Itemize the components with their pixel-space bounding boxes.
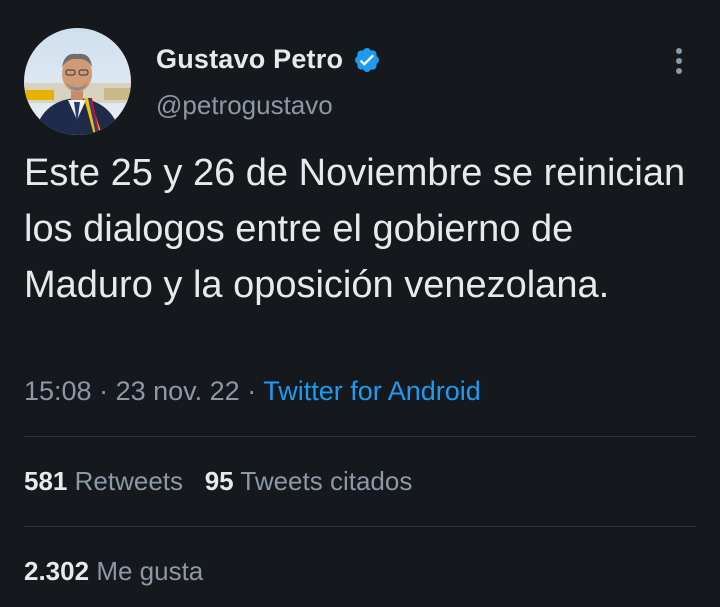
tweet-date[interactable]: 23 nov. 22 (116, 376, 240, 406)
likes-label: Me gusta (96, 556, 204, 586)
meta-separator: · (239, 376, 264, 406)
retweets-stat[interactable]: 581 Retweets (24, 466, 183, 496)
tweet-meta: 15:08 · 23 nov. 22 · Twitter for Android (24, 376, 481, 407)
quotes-label: Tweets citados (240, 466, 413, 496)
author-name[interactable]: Gustavo Petro (156, 44, 343, 75)
author-name-row[interactable]: Gustavo Petro (156, 44, 381, 75)
meta-separator: · (91, 376, 116, 406)
quotes-stat[interactable]: 95 Tweets citados (205, 466, 413, 496)
avatar[interactable] (24, 28, 131, 135)
avatar-image (24, 28, 131, 135)
verified-badge-icon (355, 47, 380, 72)
likes-stat[interactable]: 2.302 Me gusta (24, 556, 203, 587)
retweets-label: Retweets (74, 466, 184, 496)
divider (24, 526, 696, 527)
engagement-stats: 581 Retweets 95 Tweets citados (24, 466, 412, 497)
tweet-text: Este 25 y 26 de Noviembre se reinician l… (24, 152, 686, 306)
author-handle[interactable]: @petrogustavo (156, 90, 333, 121)
divider (24, 436, 696, 437)
likes-count: 2.302 (24, 556, 90, 586)
retweets-count: 581 (24, 466, 68, 496)
quotes-count: 95 (204, 466, 234, 496)
tweet-source-link[interactable]: Twitter for Android (263, 376, 481, 406)
more-vertical-icon[interactable] (668, 44, 690, 78)
tweet-time[interactable]: 15:08 (24, 376, 92, 406)
